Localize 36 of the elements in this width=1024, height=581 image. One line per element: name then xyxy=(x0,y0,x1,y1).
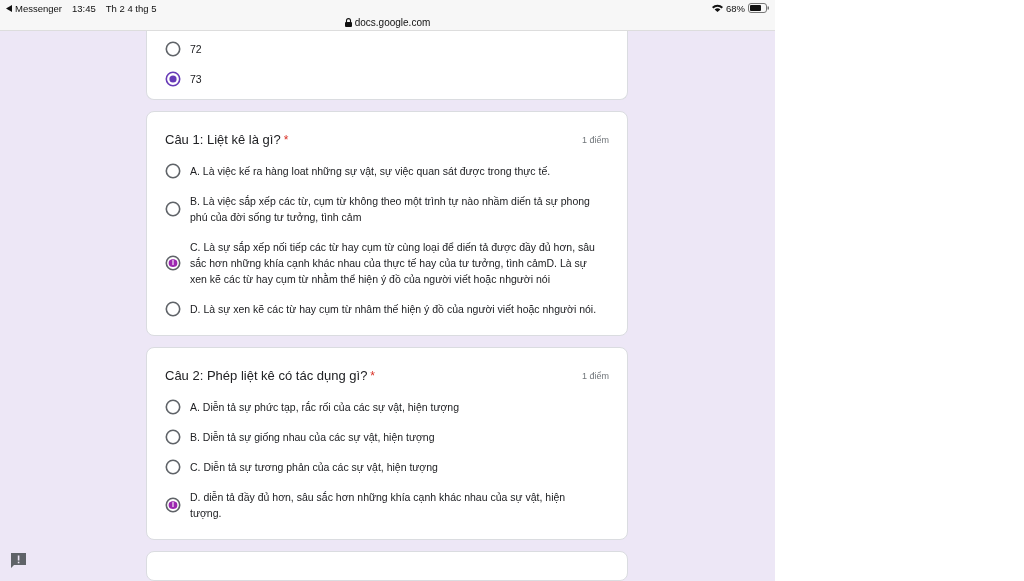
question-title: Câu 1: Liệt kê là gì? xyxy=(165,132,281,147)
battery-icon xyxy=(748,3,769,13)
scribbled-radio-button[interactable] xyxy=(165,255,181,271)
option-label[interactable]: B. Diễn tả sự giống nhau của các sự vật, hiện tượng xyxy=(190,429,435,445)
back-app-label[interactable]: Messenger xyxy=(15,2,62,14)
option-label[interactable]: 72 xyxy=(190,41,202,57)
scribbled-radio-button[interactable] xyxy=(165,497,181,513)
radio-button[interactable] xyxy=(165,301,181,317)
lock-icon xyxy=(344,17,352,27)
required-asterisk: * xyxy=(283,132,289,147)
radio-button[interactable] xyxy=(165,163,181,179)
option-label[interactable]: A. Là việc kế ra hàng loat những sự vật, sự việc quan sát được trong thực tế. xyxy=(190,163,551,179)
option-label[interactable]: C. Là sự sắp xếp nối tiếp các từ hay cụm từ cùng loại để diến tả được đầy đủ hơn, sâu sắc hơn những khía cạnh khác nhau của thực tế hay của tư tưởng, tình cảmD. Là sự xen kẽ các từ hay cụm từ nhằm thể hiện ý đồ của người viết hoặc nhgười nói xyxy=(190,239,599,287)
option-label[interactable]: A. Diễn tả sự phức tạp, rắc rối của các sự vật, hiện tượng xyxy=(190,399,460,415)
feedback-icon[interactable] xyxy=(10,552,27,569)
clock-time: 13:45 xyxy=(72,2,96,14)
radio-button[interactable] xyxy=(165,399,181,415)
option-label[interactable]: C. Diễn tả sự tương phản của các sự vật, hiện tượng xyxy=(190,459,438,475)
battery-percent: 68% xyxy=(726,2,745,14)
option-label[interactable]: 73 xyxy=(190,71,202,87)
question-title: Câu 2: Phép liệt kê có tác dụng gì? xyxy=(165,368,368,383)
radio-button[interactable] xyxy=(165,41,181,57)
option-label[interactable]: D. Là sự xen kẽ các từ hay cụm từ nhâm thế hiện ý đồ của người viết hoặc nhgười nói. xyxy=(190,301,597,317)
date-label: Th 2 4 thg 5 xyxy=(105,2,157,14)
back-arrow-icon[interactable] xyxy=(6,4,12,12)
radio-button[interactable] xyxy=(165,429,181,445)
radio-button[interactable] xyxy=(165,201,181,217)
points-label: 1 điểm xyxy=(582,134,609,145)
option-label[interactable]: D. diễn tả đầy đủ hơn, sâu sắc hơn những khía cạnh khác nhau của sự vật, hiện tượng. xyxy=(190,489,599,521)
radio-button[interactable] xyxy=(165,71,181,87)
radio-button[interactable] xyxy=(165,459,181,475)
url-address[interactable]: docs.google.com xyxy=(354,16,431,28)
wifi-icon xyxy=(712,4,723,12)
points-label: 1 điểm xyxy=(582,370,609,381)
option-label[interactable]: B. Là việc sắp xếp các từ, cụm từ không theo một trình tự nào nhầm diến tả sự phong phú của đời sống tư tưởng, tình cảm xyxy=(190,193,599,225)
required-asterisk: * xyxy=(370,368,376,383)
